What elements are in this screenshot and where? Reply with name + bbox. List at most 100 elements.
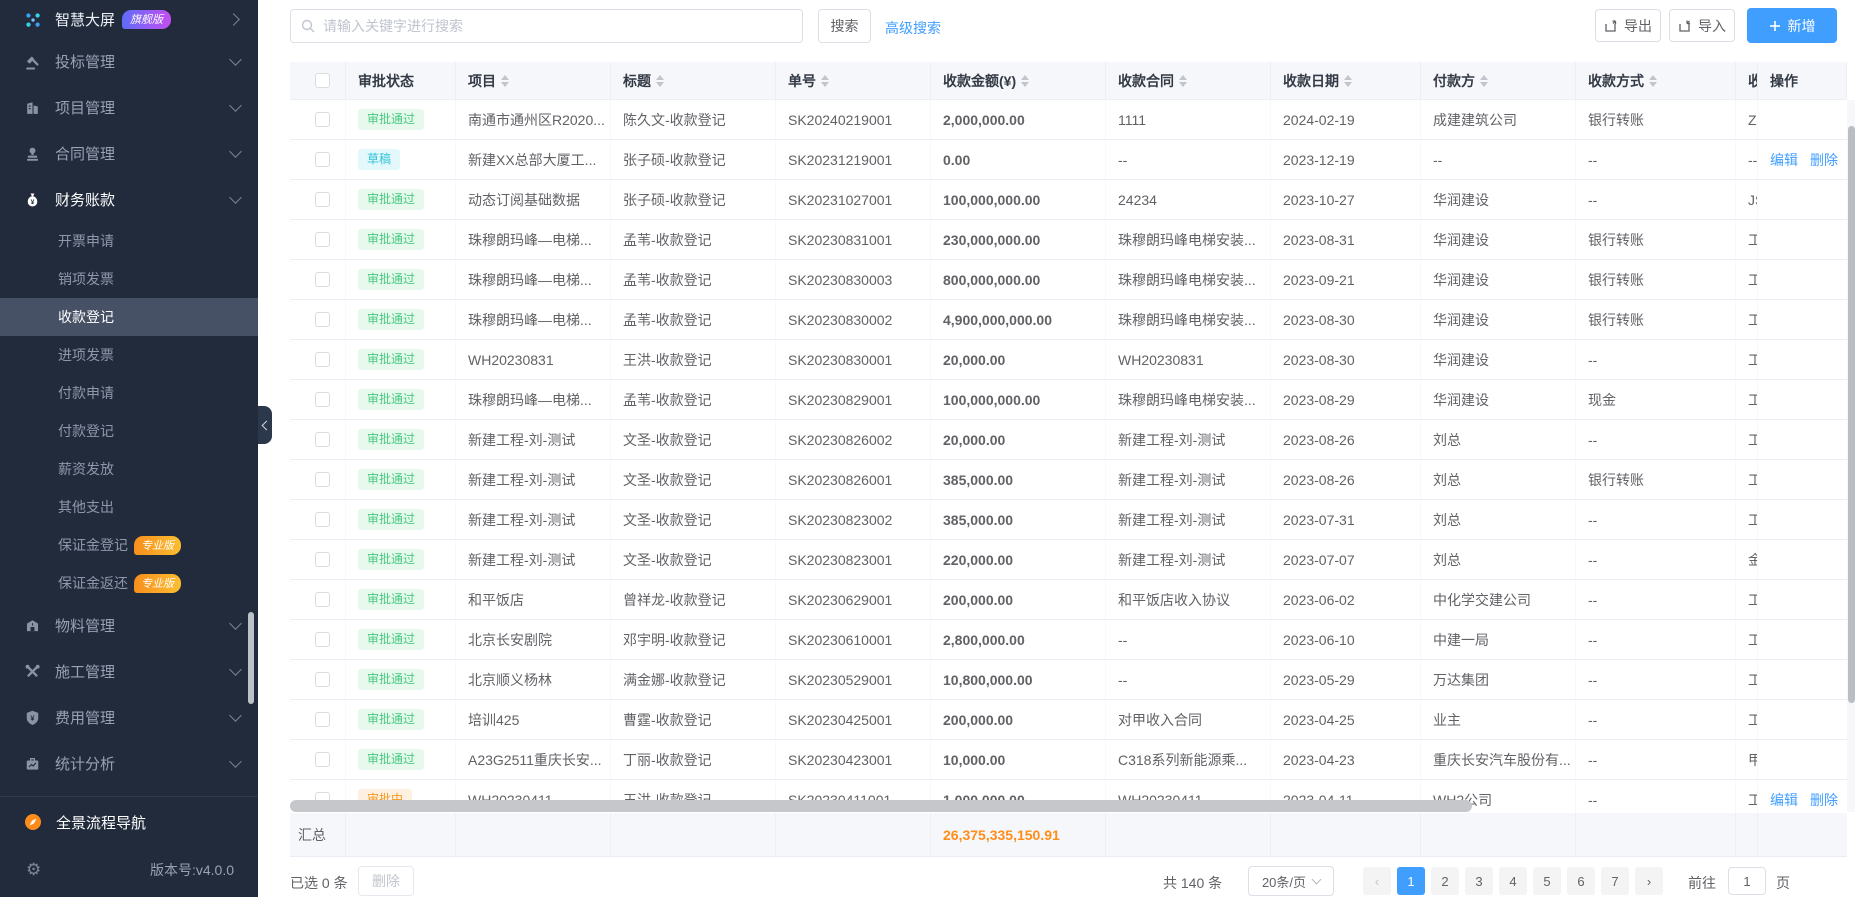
status-badge: 审批通过 [358, 669, 424, 691]
cell-method: -- [1576, 660, 1736, 699]
cell-date: 2023-08-26 [1271, 420, 1421, 459]
import-button[interactable]: 导入 [1669, 9, 1735, 42]
row-checkbox[interactable] [315, 592, 330, 607]
sidebar-collapse-handle[interactable] [258, 406, 272, 444]
row-checkbox[interactable] [315, 632, 330, 647]
cell-contract: -- [1106, 140, 1271, 179]
sidebar-item-input-invoice[interactable]: 进项发票 [0, 336, 258, 374]
header-cell[interactable]: 付款方 [1421, 62, 1576, 99]
page-button-6[interactable]: 6 [1567, 867, 1595, 895]
row-checkbox[interactable] [315, 712, 330, 727]
header-label: 操作 [1770, 71, 1798, 91]
row-checkbox[interactable] [315, 672, 330, 687]
prev-page-button[interactable]: ‹ [1363, 867, 1391, 895]
row-checkbox[interactable] [315, 272, 330, 287]
sidebar-item-receipt-register[interactable]: 收款登记 [0, 298, 258, 336]
add-button[interactable]: 新增 [1747, 8, 1837, 43]
cell-order: SK20230610001 [776, 620, 931, 659]
page-button-7[interactable]: 7 [1601, 867, 1629, 895]
sidebar-item-project[interactable]: 项目管理 [0, 84, 258, 130]
cell-extra: 工 [1736, 500, 1758, 539]
sort-icon[interactable] [501, 75, 509, 87]
next-page-button[interactable]: › [1635, 867, 1663, 895]
sort-icon[interactable] [1480, 75, 1488, 87]
cell-title: 陈久文-收款登记 [611, 100, 776, 139]
row-checkbox[interactable] [315, 232, 330, 247]
row-checkbox[interactable] [315, 352, 330, 367]
svg-text:¥: ¥ [31, 198, 35, 205]
search-input[interactable]: 请输入关键字进行搜索 [290, 9, 803, 43]
row-checkbox[interactable] [315, 152, 330, 167]
row-checkbox[interactable] [315, 752, 330, 767]
sort-icon[interactable] [1021, 75, 1029, 87]
export-button[interactable]: 导出 [1595, 9, 1661, 42]
cell-checkbox [290, 300, 346, 339]
header-cell[interactable]: 收款合同 [1106, 62, 1271, 99]
sort-icon[interactable] [1344, 75, 1352, 87]
header-cell[interactable]: 收款方式 [1576, 62, 1736, 99]
select-all-checkbox[interactable] [315, 73, 330, 88]
row-checkbox[interactable] [315, 512, 330, 527]
row-checkbox[interactable] [315, 312, 330, 327]
row-checkbox[interactable] [315, 112, 330, 127]
sort-icon[interactable] [656, 75, 664, 87]
advanced-search-link[interactable]: 高级搜索 [885, 18, 941, 38]
row-checkbox[interactable] [315, 552, 330, 567]
sidebar-item-smart-screen[interactable]: 智慧大屏旗舰版 [0, 0, 258, 38]
row-checkbox[interactable] [315, 392, 330, 407]
sidebar-item-deposit-register[interactable]: 保证金登记专业版 [0, 526, 258, 564]
sidebar-item-other-expense[interactable]: 其他支出 [0, 488, 258, 526]
edit-link[interactable]: 编辑 [1770, 150, 1798, 170]
page-size-select[interactable]: 20条/页 [1248, 866, 1334, 896]
sidebar-item-expense[interactable]: ¥费用管理 [0, 694, 258, 740]
sidebar-item-label: 智慧大屏 [55, 9, 115, 30]
row-checkbox[interactable] [315, 432, 330, 447]
table-row: 审批通过北京长安剧院邓宇明-收款登记SK202306100012,800,000… [290, 620, 1847, 660]
sort-icon[interactable] [1649, 75, 1657, 87]
cell-status: 审批通过 [346, 660, 456, 699]
sidebar-item-panorama[interactable]: 全景流程导航 [0, 797, 258, 847]
cell-contract: 珠穆朗玛峰电梯安装... [1106, 380, 1271, 419]
sidebar-item-finance[interactable]: ¥财务账款 [0, 176, 258, 222]
row-checkbox[interactable] [315, 472, 330, 487]
cell-project: 新建XX总部大厦工... [456, 140, 611, 179]
header-cell[interactable]: 标题 [611, 62, 776, 99]
sort-icon[interactable] [1179, 75, 1187, 87]
page-button-4[interactable]: 4 [1499, 867, 1527, 895]
page-button-5[interactable]: 5 [1533, 867, 1561, 895]
header-cell[interactable]: 收款日期 [1271, 62, 1421, 99]
page-button-3[interactable]: 3 [1465, 867, 1493, 895]
horizontal-scrollbar[interactable] [290, 800, 1472, 812]
vertical-scrollbar[interactable] [1848, 126, 1855, 703]
sidebar-item-output-invoice[interactable]: 销项发票 [0, 260, 258, 298]
delete-button[interactable]: 删除 [358, 866, 414, 896]
sort-icon[interactable] [821, 75, 829, 87]
header-cell[interactable]: 项目 [456, 62, 611, 99]
sidebar-item-salary[interactable]: 薪资发放 [0, 450, 258, 488]
goto-page-input[interactable]: 1 [1728, 867, 1766, 895]
sidebar-scrollbar[interactable] [248, 612, 254, 704]
cell-contract: 珠穆朗玛峰电梯安装... [1106, 260, 1271, 299]
sidebar-item-stats[interactable]: 统计分析 [0, 740, 258, 786]
cell-checkbox [290, 340, 346, 379]
page-button-1[interactable]: 1 [1397, 867, 1425, 895]
sidebar-item-construction[interactable]: 施工管理 [0, 648, 258, 694]
goto-label: 前往 [1688, 873, 1716, 893]
sidebar-item-invoice-apply[interactable]: 开票申请 [0, 222, 258, 260]
gear-icon[interactable]: ⚙ [26, 860, 41, 880]
header-cell[interactable]: 单号 [776, 62, 931, 99]
header-cell[interactable]: 收款金额(¥) [931, 62, 1106, 99]
sidebar-item-payment-apply[interactable]: 付款申请 [0, 374, 258, 412]
delete-link[interactable]: 删除 [1810, 150, 1838, 170]
sidebar-item-payment-register[interactable]: 付款登记 [0, 412, 258, 450]
page-button-2[interactable]: 2 [1431, 867, 1459, 895]
cell-contract: 和平饭店收入协议 [1106, 580, 1271, 619]
submenu-item-label: 收款登记 [58, 307, 114, 327]
data-table: 审批状态项目标题单号收款金额(¥)收款合同收款日期付款方收款方式收操作 审批通过… [290, 62, 1847, 812]
sidebar-item-material[interactable]: 物料管理 [0, 602, 258, 648]
sidebar-item-contract[interactable]: 合同管理 [0, 130, 258, 176]
sidebar-item-bid[interactable]: 投标管理 [0, 38, 258, 84]
search-button[interactable]: 搜索 [818, 9, 871, 43]
row-checkbox[interactable] [315, 192, 330, 207]
sidebar-item-deposit-return[interactable]: 保证金返还专业版 [0, 564, 258, 602]
